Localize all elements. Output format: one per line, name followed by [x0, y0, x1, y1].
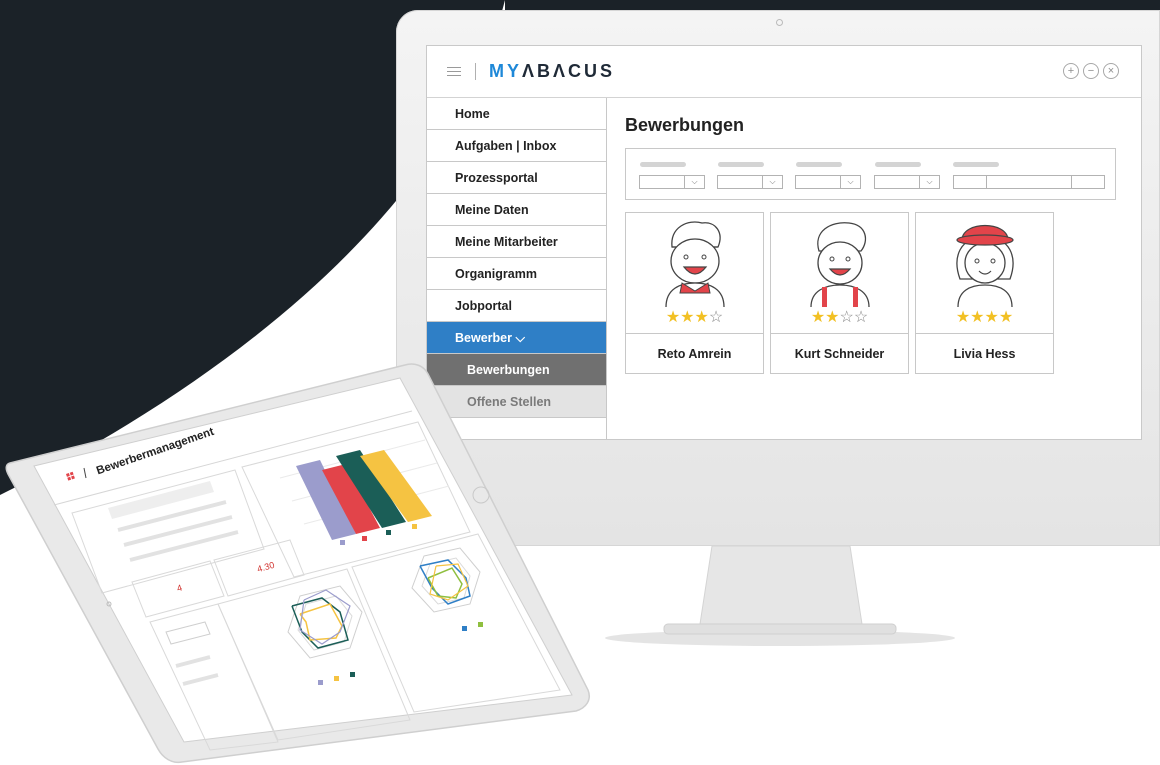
sidebar-item-prozessportal[interactable]: Prozessportal	[427, 162, 606, 194]
filter-dropdown[interactable]: ⌵	[795, 175, 861, 189]
rating-stars: ★★☆☆	[771, 307, 908, 327]
hamburger-menu-icon[interactable]	[447, 67, 461, 77]
chevron-down-icon: ⌵	[684, 176, 704, 188]
maximize-icon[interactable]: +	[1063, 63, 1079, 79]
candidate-name: Reto Amrein	[626, 333, 763, 374]
monitor-stand	[663, 546, 897, 635]
rating-stars: ★★★☆	[626, 307, 763, 327]
tablet-device	[5, 363, 590, 764]
sidebar-item-inbox[interactable]: Aufgaben | Inbox	[427, 130, 606, 162]
candidate-card[interactable]: ★★★☆ Reto Amrein	[625, 212, 764, 374]
sidebar-item-bewerber[interactable]: Bewerber ⌵	[427, 322, 606, 354]
title-divider	[475, 63, 476, 80]
candidate-cards: ★★★☆ Reto Amrein ★★☆☆ Kurt Schneider ★★★…	[625, 212, 1054, 374]
sidebar-item-home[interactable]: Home	[427, 98, 606, 130]
candidate-name: Livia Hess	[916, 333, 1053, 374]
filter-date-range[interactable]	[953, 175, 1105, 189]
filter-label-placeholder	[718, 162, 764, 167]
filter-dropdown[interactable]: ⌵	[874, 175, 940, 189]
filter-label-placeholder	[640, 162, 686, 167]
bar-legend-swatch	[412, 524, 417, 529]
chevron-down-icon: ⌵	[840, 176, 860, 188]
candidate-card[interactable]: ★★☆☆ Kurt Schneider	[770, 212, 909, 374]
stars-filled: ★★★	[665, 309, 709, 326]
sidebar-item-meine-daten[interactable]: Meine Daten	[427, 194, 606, 226]
title-bar: MYΛBΛCUS + − ×	[427, 46, 1141, 98]
female-avatar-icon	[956, 225, 1014, 307]
bar-legend-swatch	[340, 540, 345, 545]
logo-my: MY	[489, 61, 522, 81]
sidebar-item-jobportal[interactable]: Jobportal	[427, 290, 606, 322]
bar-legend-swatch	[386, 530, 391, 535]
rating-stars: ★★★★	[916, 307, 1053, 327]
app-logo: MYΛBΛCUS	[489, 61, 615, 82]
close-icon[interactable]: ×	[1103, 63, 1119, 79]
page-title: Bewerbungen	[625, 115, 745, 135]
candidate-card[interactable]: ★★★★ Livia Hess	[915, 212, 1054, 374]
stars-filled: ★★	[810, 309, 840, 326]
bar-legend-swatch	[362, 536, 367, 541]
minimize-icon[interactable]: −	[1083, 63, 1099, 79]
male-avatar-icon	[810, 222, 870, 307]
filter-label-placeholder	[953, 162, 999, 167]
stars-filled: ★★★★	[955, 309, 1014, 326]
logo-abacus: ΛBΛCUS	[522, 61, 616, 81]
filter-dropdown[interactable]: ⌵	[717, 175, 783, 189]
chevron-down-icon: ⌵	[762, 176, 782, 188]
filter-dropdown[interactable]: ⌵	[639, 175, 705, 189]
stars-empty: ☆☆	[839, 309, 869, 326]
candidate-name: Kurt Schneider	[771, 333, 908, 374]
sidebar-item-meine-mitarbeiter[interactable]: Meine Mitarbeiter	[427, 226, 606, 258]
filter-label-placeholder	[796, 162, 842, 167]
male-avatar-icon	[665, 221, 725, 307]
stars-empty: ☆	[708, 309, 724, 326]
sidebar-item-organigramm[interactable]: Organigramm	[427, 258, 606, 290]
filter-label-placeholder	[875, 162, 921, 167]
window-controls: + − ×	[1063, 63, 1119, 79]
chevron-down-icon: ⌵	[919, 176, 939, 188]
filter-panel: ⌵ ⌵ ⌵ ⌵	[625, 148, 1116, 200]
camera-icon	[776, 19, 783, 26]
